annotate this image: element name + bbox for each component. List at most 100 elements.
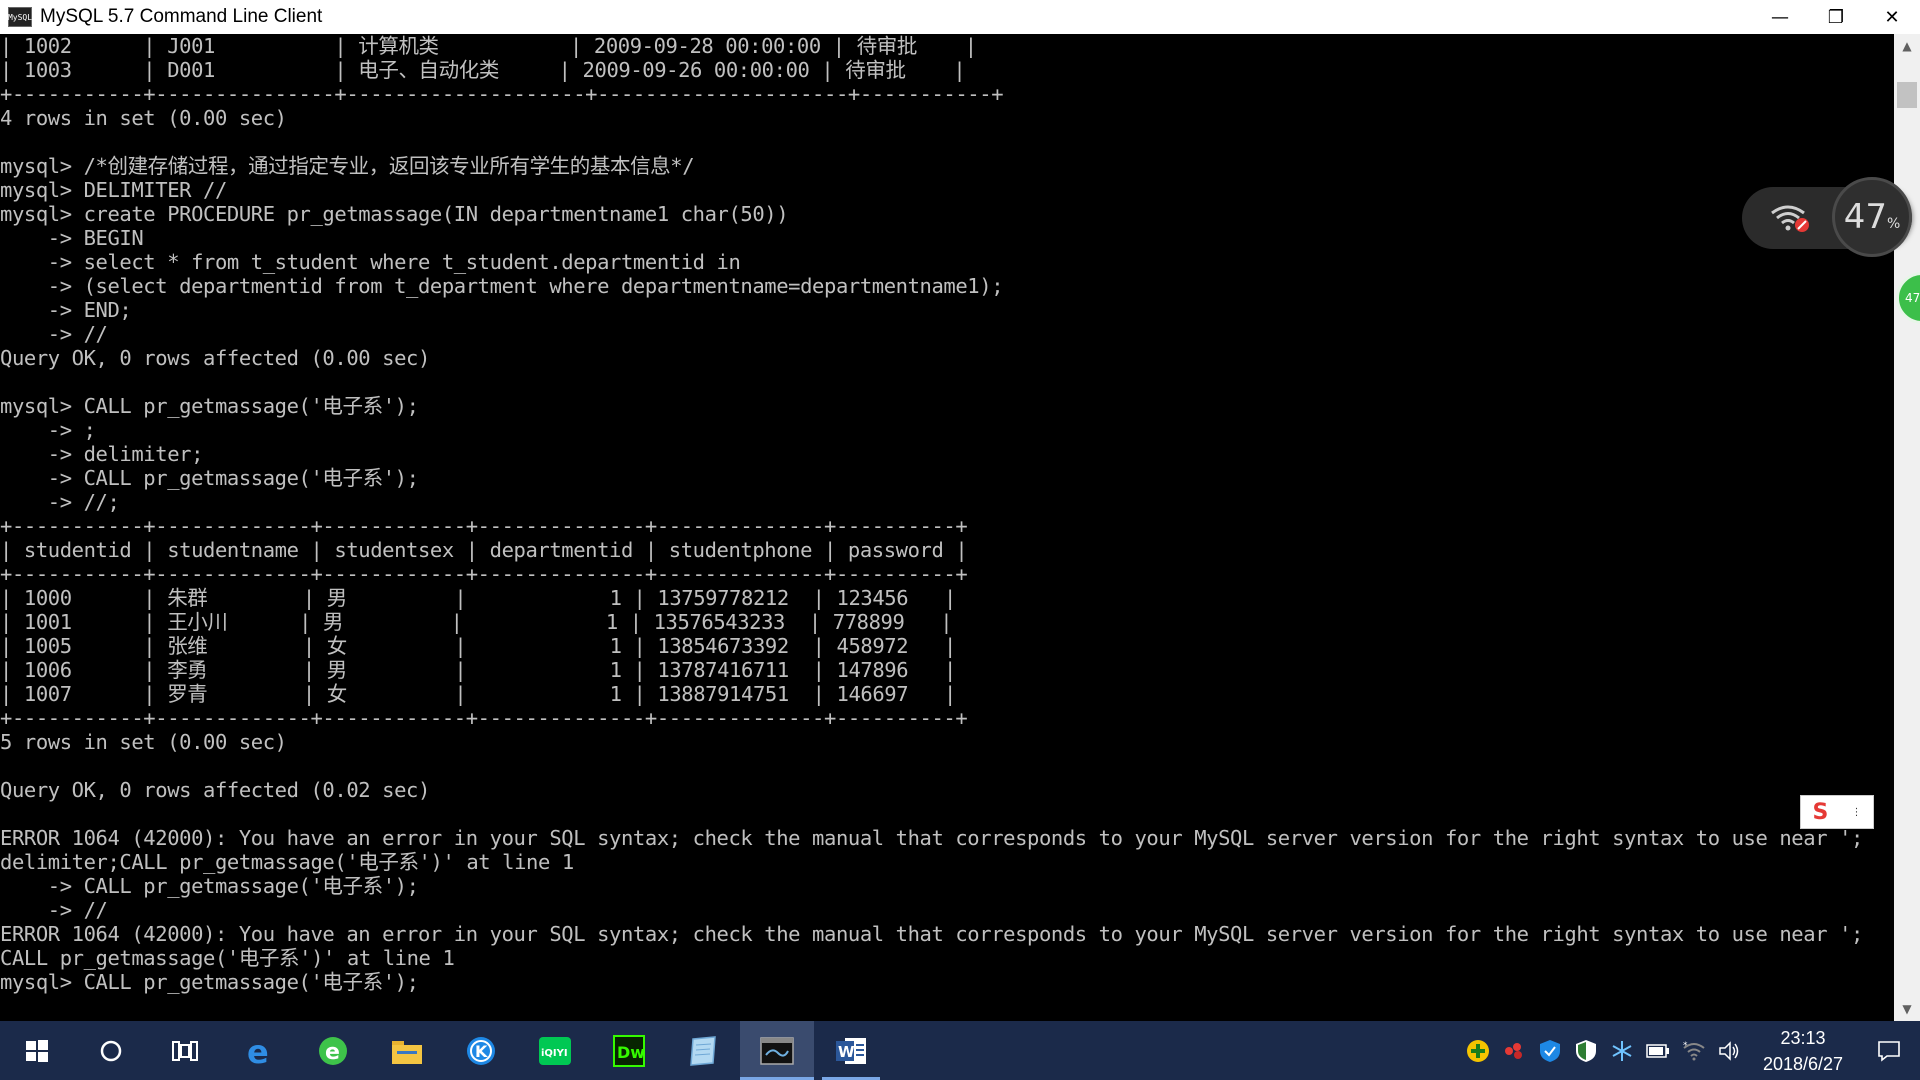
- scroll-thumb[interactable]: [1897, 82, 1917, 108]
- wifi-disconnected-icon: [1771, 205, 1809, 232]
- svg-text:W: W: [838, 1043, 855, 1061]
- console-line: +-----------+-------------+------------+…: [0, 562, 968, 586]
- console-line: | 1001 | 王小川 | 男 | 1 | 13576543233 | 778…: [0, 610, 953, 634]
- close-button[interactable]: ✕: [1864, 0, 1920, 34]
- mysql-console-icon: [760, 1036, 794, 1065]
- tray-network[interactable]: *: [1676, 1021, 1712, 1080]
- console-line: | 1003 | D001 | 电子、自动化类 | 2009-09-26 00:…: [0, 58, 966, 82]
- iqiyi-icon: iQIYI: [539, 1036, 571, 1065]
- taskbar-edge[interactable]: e: [222, 1021, 296, 1080]
- tray-battery[interactable]: [1640, 1021, 1676, 1080]
- svg-text:e: e: [325, 1040, 340, 1065]
- console-line: Query OK, 0 rows affected (0.02 sec): [0, 778, 430, 802]
- console-line: | 1005 | 张维 | 女 | 1 | 13854673392 | 4589…: [0, 634, 956, 658]
- snowflake-icon: [1612, 1040, 1632, 1061]
- console-line: 4 rows in set (0.00 sec): [0, 106, 287, 130]
- maximize-button[interactable]: ❐: [1808, 0, 1864, 34]
- console-line: -> select * from t_student where t_stude…: [0, 250, 741, 274]
- svg-text:*: *: [1683, 1041, 1688, 1051]
- console-output[interactable]: | 1002 | J001 | 计算机类 | 2009-09-28 00:00:…: [0, 34, 1894, 1021]
- console-line: -> ;: [0, 418, 96, 442]
- ime-toolbar[interactable]: S ⋮: [1800, 795, 1874, 829]
- mysql-app-icon[interactable]: MySQL: [8, 7, 32, 27]
- console-text: | 1002 | J001 | 计算机类 | 2009-09-28 00:00:…: [0, 34, 1894, 994]
- console-line: 5 rows in set (0.00 sec): [0, 730, 287, 754]
- scroll-down-arrow[interactable]: ▼: [1894, 997, 1920, 1021]
- taskbar-360-browser[interactable]: e: [296, 1021, 370, 1080]
- notebook-icon: [690, 1035, 716, 1066]
- console-line: mysql> CALL pr_getmassage('电子系');: [0, 394, 419, 418]
- speaker-icon: [1719, 1040, 1739, 1061]
- network-monitor-widget[interactable]: 47 %: [1742, 177, 1912, 257]
- tray-defender[interactable]: [1568, 1021, 1604, 1080]
- taskbar-iqiyi[interactable]: iQIYI: [518, 1021, 592, 1080]
- console-line: -> //: [0, 322, 108, 346]
- console-line: delimiter;CALL pr_getmassage('电子系')' at …: [0, 850, 574, 874]
- console-line: | 1000 | 朱群 | 男 | 1 | 13759778212 | 1234…: [0, 586, 956, 610]
- battery-icon: [1646, 1043, 1669, 1058]
- taskbar-notebook-app[interactable]: [666, 1021, 740, 1080]
- console-line: -> //;: [0, 490, 120, 514]
- shield-icon: [1576, 1039, 1596, 1062]
- taskbar-kugou[interactable]: K: [444, 1021, 518, 1080]
- red-cluster-icon: [1505, 1042, 1522, 1059]
- vertical-scrollbar[interactable]: ▲ ▼: [1894, 34, 1920, 1021]
- sogou-ime-icon[interactable]: S: [1813, 800, 1829, 825]
- taskbar-mysql-client[interactable]: [740, 1021, 814, 1080]
- tray-360-guard[interactable]: [1460, 1021, 1496, 1080]
- console-line: mysql> DELIMITER //: [0, 178, 227, 202]
- taskbar-dreamweaver[interactable]: Dw: [592, 1021, 666, 1080]
- console-line: CALL pr_getmassage('电子系')' at line 1: [0, 946, 455, 970]
- console-line: ERROR 1064 (42000): You have an error in…: [0, 922, 1863, 946]
- title-bar[interactable]: MySQL MySQL 5.7 Command Line Client — ❐ …: [0, 0, 1920, 34]
- taskbar: e e K iQIYI Dw W * 23:13 2018/6/27: [0, 1021, 1920, 1080]
- console-line: -> //: [0, 898, 108, 922]
- plus-shield-icon: [1467, 1039, 1489, 1062]
- browser-360-icon: e: [319, 1036, 347, 1065]
- system-tray: * 23:13 2018/6/27: [1460, 1021, 1920, 1080]
- ime-menu-icon[interactable]: ⋮: [1851, 807, 1861, 818]
- cpu-usage-circle: 47 %: [1832, 177, 1912, 257]
- taskbar-file-explorer[interactable]: [370, 1021, 444, 1080]
- console-line: | 1007 | 罗青 | 女 | 1 | 13887914751 | 1466…: [0, 682, 956, 706]
- start-button[interactable]: [0, 1021, 74, 1080]
- taskbar-clock[interactable]: 23:13 2018/6/27: [1748, 1021, 1858, 1080]
- window-title: MySQL 5.7 Command Line Client: [40, 6, 323, 27]
- action-center-button[interactable]: [1858, 1021, 1920, 1080]
- svg-text:K: K: [475, 1042, 488, 1061]
- folder-icon: [392, 1040, 422, 1064]
- console-line: +-----------+-------------+------------+…: [0, 514, 968, 538]
- console-line: ERROR 1064 (42000): You have an error in…: [0, 826, 1863, 850]
- tray-volume[interactable]: [1712, 1021, 1748, 1080]
- shield-check-icon: [1540, 1039, 1560, 1062]
- usage-percent: 47: [1843, 197, 1887, 237]
- tray-security[interactable]: [1532, 1021, 1568, 1080]
- console-line: Query OK, 0 rows affected (0.00 sec): [0, 346, 430, 370]
- window-controls: — ❐ ✕: [1752, 0, 1920, 34]
- tray-snowflake[interactable]: [1604, 1021, 1640, 1080]
- console-line: +-----------+-------------+------------+…: [0, 706, 968, 730]
- word-icon: W: [836, 1037, 866, 1064]
- svg-text:e: e: [247, 1035, 269, 1067]
- console-line: | 1002 | J001 | 计算机类 | 2009-09-28 00:00:…: [0, 34, 977, 58]
- console-line: -> delimiter;: [0, 442, 204, 466]
- cortana-search-button[interactable]: [74, 1021, 148, 1080]
- console-line: -> END;: [0, 298, 132, 322]
- tray-red-app[interactable]: [1496, 1021, 1532, 1080]
- minimize-button[interactable]: —: [1752, 0, 1808, 34]
- console-line: -> CALL pr_getmassage('电子系');: [0, 874, 419, 898]
- kugou-icon: K: [467, 1036, 495, 1065]
- task-view-icon: [172, 1040, 198, 1061]
- scroll-up-arrow[interactable]: ▲: [1894, 34, 1920, 58]
- svg-text:iQIYI: iQIYI: [541, 1048, 568, 1059]
- clock-time: 23:13: [1780, 1027, 1826, 1048]
- console-line: -> (select departmentid from t_departmen…: [0, 274, 1004, 298]
- task-view-button[interactable]: [148, 1021, 222, 1080]
- mysql-console-window: MySQL MySQL 5.7 Command Line Client — ❐ …: [0, 0, 1920, 1021]
- svg-text:Dw: Dw: [617, 1043, 645, 1062]
- console-line: | 1006 | 李勇 | 男 | 1 | 13787416711 | 1478…: [0, 658, 956, 682]
- clock-date: 2018/6/27: [1762, 1053, 1844, 1074]
- taskbar-word[interactable]: W: [814, 1021, 888, 1080]
- edge-icon: e: [247, 1035, 269, 1067]
- cortana-circle-icon: [100, 1040, 122, 1061]
